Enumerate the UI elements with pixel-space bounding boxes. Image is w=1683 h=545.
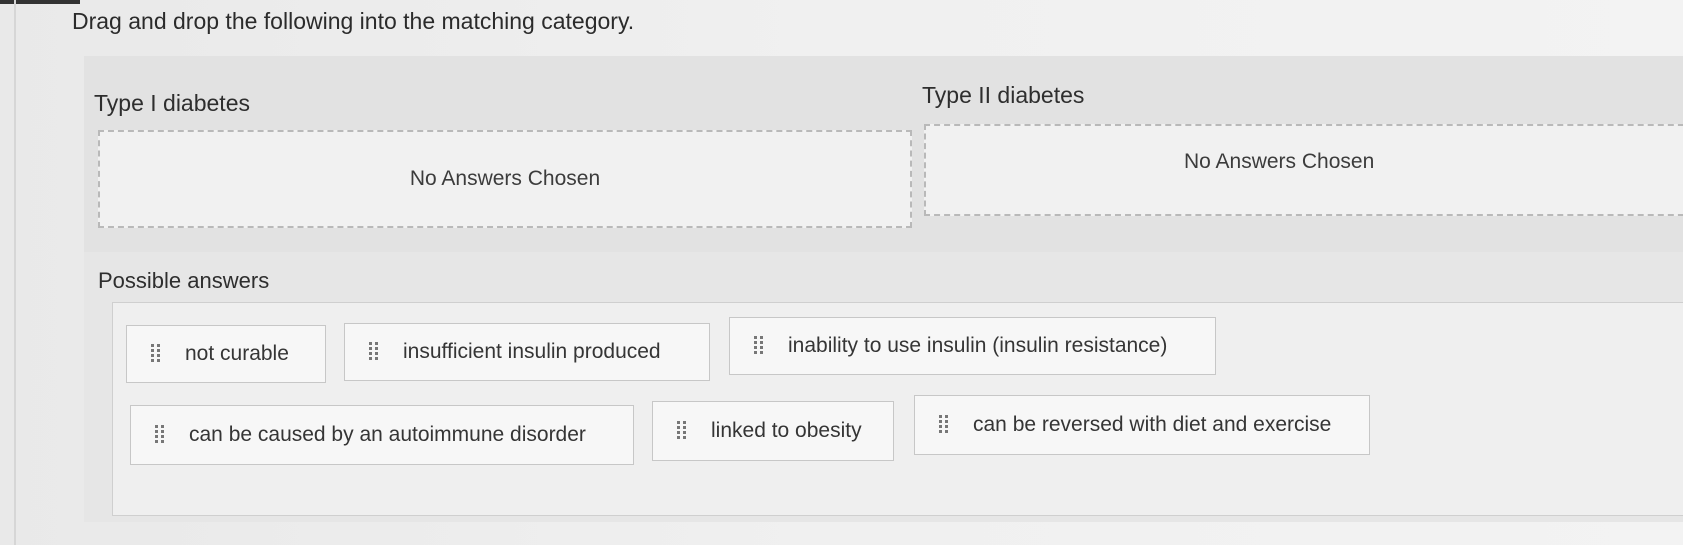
- left-divider: [14, 0, 16, 545]
- answer-label: can be reversed with diet and exercise: [973, 413, 1332, 436]
- drop-zone-placeholder: No Answers Chosen: [1184, 150, 1375, 173]
- answer-chip-not-curable[interactable]: not curable: [126, 325, 326, 383]
- category-area: Type I diabetes No Answers Chosen Type I…: [84, 56, 1683, 252]
- drag-handle-icon[interactable]: [149, 342, 163, 366]
- drag-drop-question: Drag and drop the following into the mat…: [0, 0, 1683, 545]
- answer-bank: not curable insufficient insulin produce…: [112, 302, 1683, 516]
- possible-answers-section: Possible answers not curable insufficien…: [84, 252, 1683, 522]
- drag-handle-icon[interactable]: [367, 340, 381, 364]
- answer-chip-diet-exercise[interactable]: can be reversed with diet and exercise: [914, 395, 1370, 455]
- drop-zone-placeholder: No Answers Chosen: [409, 167, 601, 190]
- answer-label: linked to obesity: [711, 419, 862, 442]
- drag-handle-icon[interactable]: [752, 334, 766, 358]
- answer-chip-insufficient-insulin[interactable]: insufficient insulin produced: [344, 323, 710, 381]
- type-2-drop-zone[interactable]: No Answers Chosen: [924, 124, 1683, 216]
- category-type-1: Type I diabetes No Answers Chosen: [84, 56, 912, 252]
- answer-label: insufficient insulin produced: [403, 340, 661, 363]
- answer-label: not curable: [185, 342, 289, 365]
- question-instruction: Drag and drop the following into the mat…: [72, 8, 635, 34]
- drag-handle-icon[interactable]: [153, 423, 167, 447]
- category-title: Type II diabetes: [922, 82, 1085, 108]
- drag-handle-icon[interactable]: [675, 419, 689, 443]
- category-title: Type I diabetes: [94, 90, 250, 116]
- top-accent-bar: [0, 0, 80, 4]
- answer-chip-autoimmune[interactable]: can be caused by an autoimmune disorder: [130, 405, 634, 465]
- type-1-drop-zone[interactable]: No Answers Chosen: [98, 130, 912, 228]
- category-type-2: Type II diabetes No Answers Chosen: [912, 56, 1683, 252]
- drag-handle-icon[interactable]: [937, 413, 951, 437]
- answer-chip-insulin-resistance[interactable]: inability to use insulin (insulin resist…: [729, 317, 1216, 375]
- answer-chip-obesity[interactable]: linked to obesity: [652, 401, 894, 461]
- possible-answers-title: Possible answers: [98, 268, 270, 293]
- answer-label: can be caused by an autoimmune disorder: [189, 423, 586, 446]
- answer-label: inability to use insulin (insulin resist…: [788, 334, 1168, 357]
